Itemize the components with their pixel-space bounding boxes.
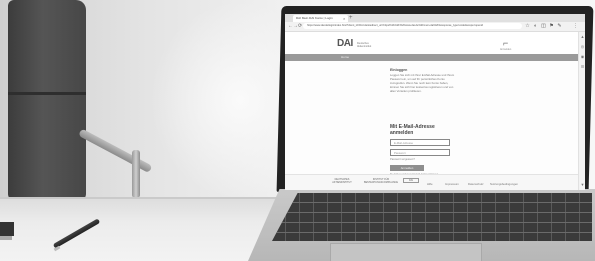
photo-scene: DAI Mein DAI Konto | Login × + ← → ⟳ htt… [0, 0, 595, 261]
browser-tab-bar: DAI Mein DAI Konto | Login × + [285, 14, 585, 22]
new-tab-icon[interactable]: + [349, 14, 353, 22]
login-button[interactable]: Anmelden [390, 165, 424, 171]
footer-link-terms[interactable]: Nutzungsbedingungen [490, 182, 518, 186]
browser-side-panel[interactable]: ▲ ◎ ◉ ☰ ▼ [578, 32, 585, 190]
scroll-down-icon[interactable]: ▼ [580, 182, 585, 187]
intro-text: Loggen Sie sich mit Ihrer E-Mail-Adresse… [390, 73, 455, 94]
site-navbar: Home [285, 54, 578, 61]
nav-item-home[interactable]: Home [341, 54, 349, 61]
user-label[interactable]: Anmelden [500, 48, 511, 51]
flag-icon[interactable]: ⚑ [549, 23, 554, 29]
menu-icon[interactable]: ⋮ [573, 23, 578, 29]
partner-logo-1: DEUTSCHES AKTIENINSTITUT [332, 178, 352, 184]
office-chair [8, 0, 86, 200]
site-logo[interactable]: DAI [337, 38, 353, 49]
intro-title: Einloggen [390, 68, 408, 72]
address-bar[interactable]: https://www.dai.de/login/index.html?clie… [303, 23, 522, 29]
site-footer: DEUTSCHES AKTIENINSTITUT INSTITUT FÜR BE… [285, 174, 578, 190]
site-header: DAI Deutsches Aktieninstitut ⌐ Anmelden [285, 32, 578, 54]
partner-logo-3: DAI [403, 178, 419, 183]
browser-toolbar: ← → ⟳ https://www.dai.de/login/index.htm… [285, 22, 585, 32]
email-field[interactable]: E-Mail-Adresse [390, 139, 450, 146]
edit-icon[interactable]: ✎ [557, 23, 562, 29]
list-icon[interactable]: ☰ [580, 64, 585, 69]
footer-link-privacy[interactable]: Datenschutz [468, 182, 484, 186]
browser-tab[interactable]: DAI Mein DAI Konto | Login × [293, 15, 348, 22]
footer-link-imprint[interactable]: Impressum [445, 182, 459, 186]
circle-icon[interactable]: ◎ [580, 44, 585, 49]
forgot-password-link[interactable]: Passwort vergessen? [390, 158, 456, 161]
user-icon[interactable]: ⌐ [503, 38, 508, 48]
chair-leg [132, 150, 140, 198]
login-panel: Einloggen Loggen Sie sich mit Ihrer E-Ma… [390, 68, 456, 176]
scroll-up-icon[interactable]: ▲ [580, 34, 585, 39]
theme-icon[interactable]: ◐ [533, 23, 538, 29]
star-icon[interactable]: ☆ [525, 23, 530, 29]
keyboard-rows [272, 193, 592, 241]
logo-subtitle: Deutsches Aktieninstitut [357, 42, 372, 48]
notebook [0, 222, 14, 236]
dot-icon[interactable]: ◉ [580, 54, 585, 59]
notebook-pages [0, 236, 12, 240]
partner-logo-2: INSTITUT FÜR BESTECHUNGSCOMPLIANCE [363, 178, 398, 184]
tab-title: DAI Mein DAI Konto | Login [296, 16, 333, 20]
chair-seam [8, 92, 86, 95]
reload-icon[interactable]: ⟳ [298, 22, 302, 31]
laptop-screen: DAI Mein DAI Konto | Login × + ← → ⟳ htt… [285, 14, 585, 190]
laptop-trackpad [330, 243, 482, 261]
password-field[interactable]: Passwort [390, 149, 450, 156]
chair-armrest [78, 128, 153, 174]
footer-link-help[interactable]: Hilfe [427, 182, 433, 186]
window-icon[interactable]: ◫ [541, 23, 546, 29]
tab-close-icon[interactable]: × [343, 15, 345, 22]
login-heading: Mit E-Mail-Adresse anmelden [390, 124, 435, 136]
